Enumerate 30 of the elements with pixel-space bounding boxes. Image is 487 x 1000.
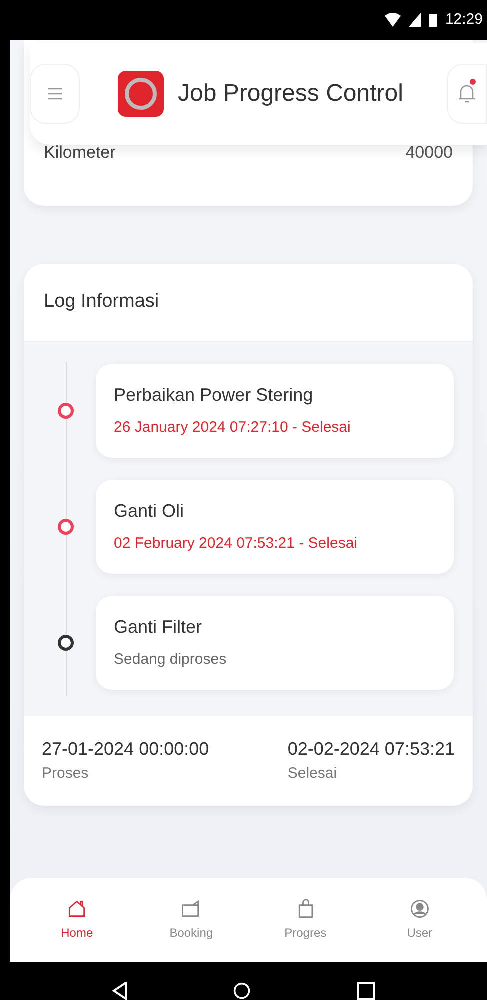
field-label: Kilometer xyxy=(44,142,116,164)
nav-tab[interactable]: Home xyxy=(37,898,118,942)
field-value: 40000 xyxy=(406,142,453,164)
menu-icon xyxy=(48,88,62,100)
app-logo xyxy=(118,71,164,117)
card-title: Log Informasi xyxy=(44,290,160,314)
notification-button[interactable] xyxy=(447,64,487,124)
back-icon xyxy=(112,982,128,1000)
entry-status: 26 January 2024 07:27:10 - Selesai xyxy=(114,418,352,438)
wifi-icon xyxy=(385,13,402,27)
entry-title: Perbaikan Power Stering xyxy=(114,384,314,407)
summary-datetime: 02-02-2024 07:53:21 xyxy=(288,738,455,761)
clock-time: 12:29 xyxy=(445,10,483,30)
nav-tab[interactable]: Booking xyxy=(151,898,232,942)
recents-icon xyxy=(356,982,375,1000)
battery-icon xyxy=(429,13,438,27)
user-icon xyxy=(408,898,431,920)
nav-tab[interactable]: Progres xyxy=(266,898,346,942)
summary-label: Selesai xyxy=(288,764,338,784)
summary-label: Proses xyxy=(42,764,90,784)
signal-icon xyxy=(409,13,422,27)
nav-tab[interactable]: User xyxy=(380,898,460,942)
home-circle-icon xyxy=(232,982,252,1000)
entry-status: 02 February 2024 07:53:21 - Selesai xyxy=(114,534,358,554)
app-title: Job Progress Control xyxy=(178,79,404,109)
entry-title: Ganti Oli xyxy=(114,500,186,523)
bell-icon xyxy=(458,84,476,104)
entry-status: Sedang diproses xyxy=(114,650,228,670)
summary-datetime: 27-01-2024 00:00:00 xyxy=(42,738,210,761)
entry-title: Ganti Filter xyxy=(114,616,204,639)
